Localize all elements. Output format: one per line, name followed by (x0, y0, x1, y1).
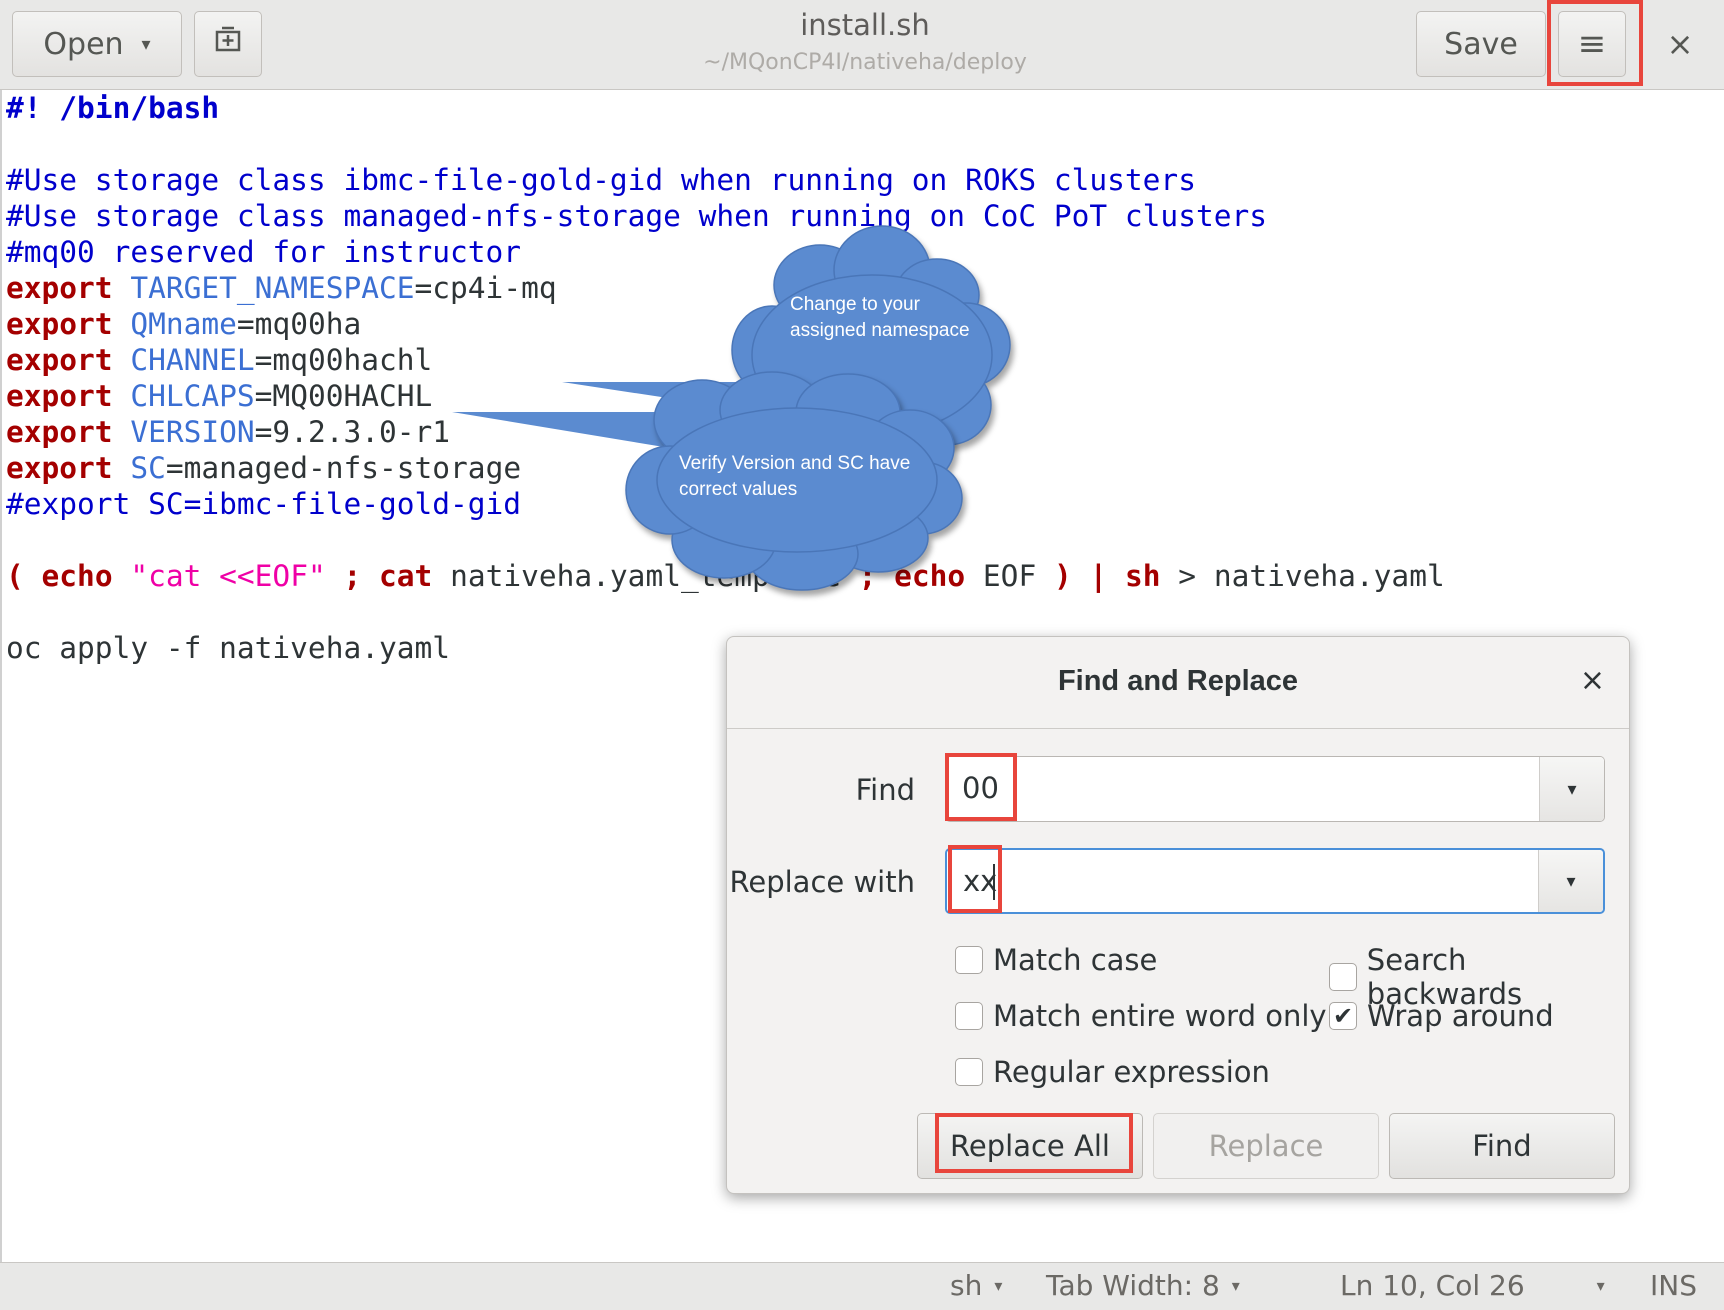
replace-button[interactable]: Replace (1153, 1113, 1379, 1179)
namespace-callout-line2: assigned namespace (790, 320, 970, 341)
checkbox-box[interactable] (955, 946, 983, 974)
variable-name: QMname (130, 307, 237, 341)
chevron-down-icon: ▾ (1566, 870, 1576, 892)
variable-name: TARGET_NAMESPACE (130, 271, 415, 305)
code-line-export: export CHLCAPS=MQ00HACHL (6, 378, 432, 414)
replace-input[interactable]: xx ▾ (945, 848, 1605, 914)
variable-name: CHANNEL (130, 343, 255, 377)
variable-value: =mq00ha (236, 307, 362, 341)
find-replace-dialog: Find and Replace × Find 00 ▾ Replace wit… (726, 636, 1630, 1194)
cursor-position-selector[interactable]: Ln 10, Col 26 ▾ (1340, 1269, 1605, 1302)
find-history-dropdown[interactable]: ▾ (1539, 757, 1604, 821)
tab-width-selector[interactable]: Tab Width: 8 ▾ (1046, 1269, 1240, 1302)
code-line-export: export SC=managed-nfs-storage (6, 450, 521, 486)
variable-value: =cp4i-mq (414, 271, 557, 305)
code-line-comment: #Use storage class ibmc-file-gold-gid wh… (6, 163, 1196, 197)
match-word-checkbox[interactable]: Match entire word only (955, 999, 1327, 1033)
semicolon: ; (325, 559, 380, 593)
echo-keyword: echo (41, 559, 113, 593)
export-keyword: export (6, 307, 113, 341)
variable-value: =9.2.3.0-r1 (254, 415, 451, 449)
code-line-export: export VERSION=9.2.3.0-r1 (6, 414, 450, 450)
code-line-comment: #export SC=ibmc-file-gold-gid (6, 487, 522, 521)
string-literal: "cat <<EOF" (130, 559, 326, 593)
export-keyword: export (6, 379, 113, 413)
replace-all-button[interactable]: Replace All (917, 1113, 1143, 1179)
export-keyword: export (6, 415, 113, 449)
redirect: > nativeha.yaml (1160, 559, 1445, 593)
export-keyword: export (6, 343, 113, 377)
close-icon: × (1666, 25, 1694, 63)
close-icon: × (1579, 663, 1605, 698)
window-subtitle: ~/MQonCP4I/nativeha/deploy (703, 50, 1027, 75)
open-button[interactable]: Open ▾ (12, 11, 182, 77)
chevron-down-icon: ▾ (1567, 778, 1577, 800)
wrap-around-checkbox[interactable]: ✔ Wrap around (1329, 999, 1554, 1033)
find-input-value: 00 (962, 771, 999, 805)
cursor-position: Ln 10, Col 26 (1340, 1269, 1525, 1302)
window-title: install.sh (800, 8, 930, 42)
open-button-label: Open (43, 26, 124, 62)
find-input[interactable]: 00 ▾ (945, 756, 1605, 822)
wrap-around-label: Wrap around (1367, 999, 1554, 1033)
regex-label: Regular expression (993, 1055, 1270, 1089)
text-cursor (993, 864, 995, 900)
language-selector[interactable]: sh ▾ (950, 1269, 1002, 1302)
new-document-button[interactable] (194, 11, 262, 77)
hamburger-menu-icon: ≡ (1577, 24, 1607, 64)
checkbox-box[interactable] (1329, 963, 1357, 991)
code-line-export: export CHANNEL=mq00hachl (6, 342, 432, 378)
chevron-down-icon: ▾ (141, 33, 151, 55)
code-line-comment: #mq00 reserved for instructor (6, 235, 522, 269)
save-button[interactable]: Save (1416, 11, 1546, 77)
tab-width-label: Tab Width: 8 (1046, 1269, 1220, 1302)
variable-value: =mq00hachl (254, 343, 433, 377)
replace-label: Replace with (729, 865, 915, 899)
regex-checkbox[interactable]: Regular expression (955, 1055, 1270, 1089)
dialog-close-button[interactable]: × (1580, 663, 1605, 698)
variable-name: SC (130, 451, 166, 485)
code-line-export: export QMname=mq00ha (6, 306, 361, 342)
match-word-label: Match entire word only (993, 999, 1327, 1033)
dialog-title: Find and Replace (1057, 665, 1299, 697)
code-line-export: export TARGET_NAMESPACE=cp4i-mq (6, 270, 557, 306)
replace-history-dropdown[interactable]: ▾ (1538, 850, 1603, 912)
match-case-label: Match case (993, 943, 1158, 977)
paren: ( (6, 559, 42, 593)
chevron-down-icon: ▾ (1596, 1276, 1605, 1295)
code-line-apply: oc apply -f nativeha.yaml (6, 631, 451, 665)
chevron-down-icon: ▾ (1231, 1276, 1240, 1295)
hamburger-menu-button[interactable]: ≡ (1558, 11, 1626, 77)
find-button[interactable]: Find (1389, 1113, 1615, 1179)
export-keyword: export (6, 271, 113, 305)
version-callout-line1: Verify Version and SC have (679, 453, 911, 474)
chevron-down-icon: ▾ (994, 1276, 1003, 1295)
variable-name: VERSION (130, 415, 255, 449)
variable-value: =MQ00HACHL (254, 379, 433, 413)
match-case-checkbox[interactable]: Match case (955, 943, 1157, 977)
checkmark-icon: ✔ (1332, 1002, 1354, 1030)
sh-keyword: sh (1125, 559, 1161, 593)
status-bar: sh ▾ Tab Width: 8 ▾ Ln 10, Col 26 ▾ INS (0, 1262, 1724, 1310)
version-callout-cloud (452, 371, 963, 591)
dialog-titlebar: Find and Replace × (727, 637, 1629, 729)
new-document-icon (212, 24, 244, 64)
language-label: sh (950, 1269, 983, 1302)
version-callout-line2: correct values (679, 479, 798, 500)
checkbox-box-checked[interactable]: ✔ (1329, 1002, 1357, 1030)
namespace-callout-line1: Change to your (790, 294, 920, 315)
code-line-shebang: #! /bin/bash (6, 91, 220, 125)
checkbox-box[interactable] (955, 1058, 983, 1086)
pipe: ) | (1053, 559, 1126, 593)
checkbox-box[interactable] (955, 1002, 983, 1030)
close-window-button[interactable]: × (1660, 24, 1700, 64)
export-keyword: export (6, 451, 113, 485)
variable-name: CHLCAPS (130, 379, 255, 413)
insert-mode-indicator[interactable]: INS (1650, 1269, 1697, 1302)
header-bar: Open ▾ install.sh ~/MQonCP4I/nativeha/de… (0, 0, 1724, 90)
insert-mode-label: INS (1650, 1269, 1697, 1302)
find-label: Find (855, 773, 915, 807)
cat-keyword: cat (379, 559, 433, 593)
